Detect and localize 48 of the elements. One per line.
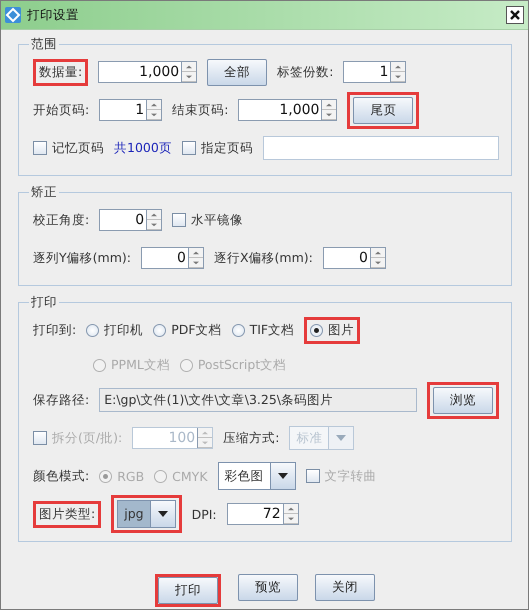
radio-button[interactable]: 图片 [310,322,354,338]
number-spinner[interactable]: 1 [99,99,162,121]
field-label: DPI: [192,506,217,522]
field-label: 保存路径: [33,392,90,408]
field-label: 图片类型: [39,506,96,522]
number-spinner[interactable]: 1,000 [98,61,198,83]
field-label: 逐列Y偏移(mm): [33,250,131,266]
checkbox[interactable]: 水平镜像 [172,212,244,228]
app-icon [5,7,21,23]
page-range-field[interactable] [262,136,499,160]
dialog-button[interactable]: 全部 [207,58,268,86]
field-label: 标签份数: [277,64,334,80]
close-icon [509,9,521,21]
number-spinner[interactable]: 0 [322,247,386,269]
number-spinner[interactable]: 0 [99,209,162,231]
field-label: 开始页码: [33,102,90,118]
dialog-button[interactable]: 浏览 [433,386,493,414]
radio-button[interactable]: PDF文档 [153,322,222,338]
field-label: 逐行X偏移(mm): [214,250,313,266]
path-field[interactable]: E:\gp\文件(1)\文件\文章\3.25\条码图片 [99,388,417,412]
radio-button[interactable]: 打印机 [86,322,144,338]
field-label: 数据量: [39,64,82,80]
field-label: 结束页码: [172,102,228,118]
number-spinner[interactable]: 72 [226,503,299,525]
dialog-button[interactable]: 预览 [238,574,298,601]
caret-down-icon[interactable] [276,472,289,480]
number-spinner[interactable]: 1 [343,61,406,83]
checkbox[interactable]: 指定页码 [182,140,253,156]
number-spinner[interactable]: 1,000 [238,99,338,121]
window-title: 打印设置 [27,6,80,24]
field-label: 打印到: [33,322,76,338]
radio-button[interactable]: TIF文档 [232,322,294,338]
number-spinner[interactable]: 0 [140,247,204,269]
dialog-button[interactable]: 关闭 [315,574,375,601]
caret-down-icon[interactable] [156,510,169,518]
dropdown[interactable]: jpg [117,500,176,528]
dropdown[interactable]: 彩色图 [218,462,296,490]
field-label: 校正角度: [33,212,90,228]
dialog-button[interactable]: 尾页 [353,96,414,124]
checkbox[interactable]: 记忆页码 [33,140,104,156]
dialog-button[interactable]: 打印 [158,577,218,604]
section-title: 范围 [30,36,58,53]
section-title: 矫正 [30,184,58,201]
field-label: 颜色模式: [33,468,90,484]
field-label: 压缩方式: [223,430,280,446]
close-button[interactable] [506,6,524,24]
section-title: 打印 [30,294,58,311]
page-count: 共1000页 [114,140,172,156]
